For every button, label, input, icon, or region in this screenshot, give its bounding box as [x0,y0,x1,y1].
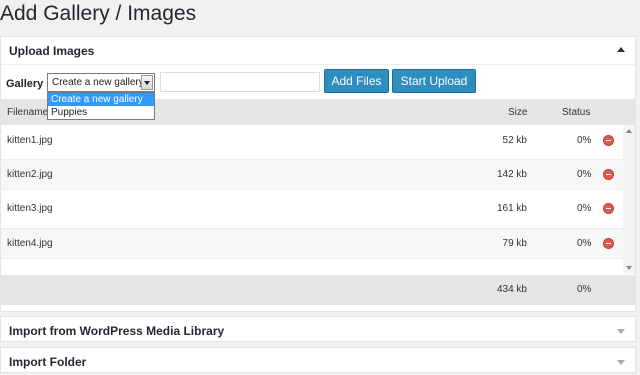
import-folder-panel: Import Folder [0,347,636,373]
column-status: Status [562,107,591,118]
total-size: 434 kb [496,284,527,295]
import-folder-heading[interactable]: Import Folder [1,348,635,375]
file-status: 0% [577,135,592,146]
gallery-dropdown: Create a new gallery Puppies [47,92,155,120]
table-row: kitten4.jpg 79 kb 0% [1,228,623,259]
total-status: 0% [577,284,592,295]
remove-icon[interactable] [603,203,614,214]
file-name: kitten4.jpg [7,238,53,249]
file-name: kitten3.jpg [7,203,53,214]
file-status: 0% [577,238,592,249]
remove-icon[interactable] [603,238,614,249]
file-size: 79 kb [502,238,527,249]
table-row: kitten2.jpg 142 kb 0% [1,159,623,190]
upload-images-heading[interactable]: Upload Images [1,37,635,64]
arrow-up-icon[interactable] [617,47,625,52]
file-table-total: 434 kb 0% [1,275,635,305]
import-media-heading[interactable]: Import from WordPress Media Library [1,317,635,344]
arrow-down-icon[interactable] [617,360,625,365]
gallery-option-puppies[interactable]: Puppies [48,106,154,119]
file-size: 161 kb [496,203,527,214]
remove-icon[interactable] [603,169,614,180]
gallery-label: Gallery [6,78,44,90]
table-row: kitten1.jpg 52 kb 0% [1,126,623,155]
file-status: 0% [577,169,592,180]
table-row: kitten3.jpg 161 kb 0% [1,194,623,223]
gallery-select[interactable]: Create a new gallery [47,73,155,92]
file-name: kitten2.jpg [7,169,53,180]
scroll-down-icon[interactable] [626,266,632,270]
gallery-option-new[interactable]: Create a new gallery [48,93,154,106]
import-media-panel: Import from WordPress Media Library [0,316,636,342]
file-list-scrollbar[interactable] [623,125,635,274]
column-filename: Filename [7,107,49,118]
column-size: Size [508,107,528,118]
remove-icon[interactable] [603,135,614,146]
gallery-select-value: Create a new gallery [52,77,144,88]
divider [1,64,635,65]
file-size: 52 kb [502,135,527,146]
page-title: Add Gallery / Images [0,2,197,25]
gallery-name-input[interactable] [160,72,320,92]
add-files-button[interactable]: Add Files [324,69,389,93]
file-size: 142 kb [496,169,527,180]
start-upload-button[interactable]: Start Upload [392,69,476,93]
scroll-up-icon[interactable] [626,129,632,133]
arrow-down-icon[interactable] [617,329,625,334]
chevron-down-icon[interactable] [141,75,153,90]
file-name: kitten1.jpg [7,135,53,146]
file-status: 0% [577,203,592,214]
